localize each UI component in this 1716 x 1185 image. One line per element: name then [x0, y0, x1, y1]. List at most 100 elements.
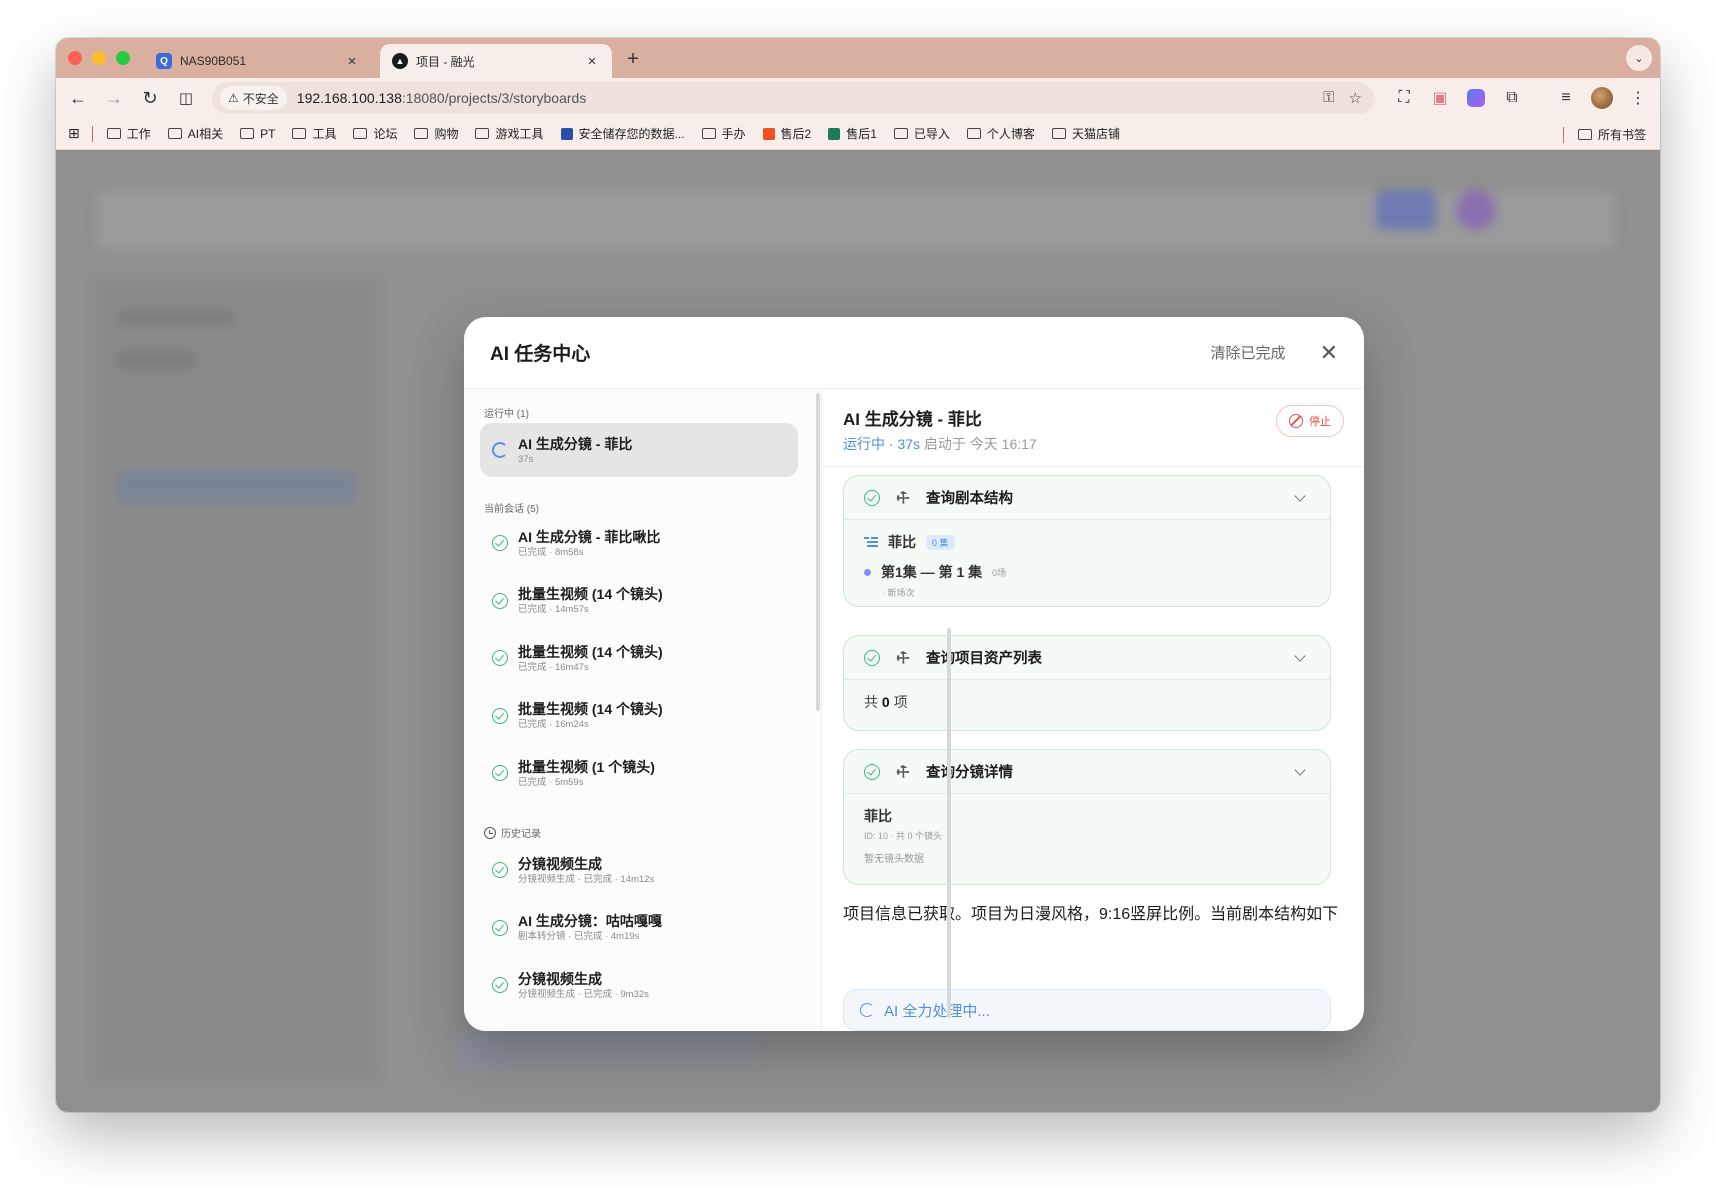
bookmark-item[interactable]: 个人博客 — [966, 125, 1035, 142]
episode-title: 第1集 — 第 1 集 — [881, 564, 983, 580]
session-task-item[interactable]: 批量生视频 (14 个镜头) 已完成 · 14m57s — [480, 574, 798, 628]
task-title: AI 生成分镜 - 菲比 — [518, 435, 633, 452]
bookmark-item[interactable]: PT — [240, 127, 275, 141]
password-key-icon[interactable]: ⚿ — [1323, 89, 1334, 107]
split-view-icon[interactable]: ◫ — [174, 86, 198, 110]
check-circle-icon — [492, 765, 508, 781]
maximize-window-button[interactable] — [116, 51, 130, 65]
history-task-item[interactable]: AI 生成分镜：咕咕嘎嘎 剧本转分镜 · 已完成 · 4m19s — [480, 901, 798, 955]
task-detail-meta: 运行中 · 37s 启动于 今天 16:17 — [843, 434, 1344, 454]
back-icon[interactable]: ← — [66, 86, 90, 110]
task-subtitle: 已完成 · 8m58s — [518, 546, 584, 558]
folder-icon — [475, 128, 490, 139]
task-list-scrollbar[interactable] — [816, 393, 820, 711]
tool-card-header[interactable]: ⚒ 查询项目资产列表 — [844, 636, 1330, 680]
close-window-button[interactable] — [68, 51, 82, 65]
extension-screenshot-icon[interactable]: ⛶ — [1392, 86, 1416, 110]
bookmark-label: 购物 — [434, 127, 459, 141]
clear-completed-button[interactable]: 清除已完成 — [1211, 342, 1286, 363]
browser-menu-icon[interactable]: ⋮ — [1626, 86, 1650, 110]
tool-card-body: 菲比 0 集 第1集 — 第 1 集 0场 · 新场次 — [844, 520, 1330, 606]
task-detail-scrollbar[interactable] — [947, 628, 951, 1018]
site-favicon-icon — [762, 127, 775, 140]
bookmark-item[interactable]: 购物 — [414, 125, 458, 142]
bookmark-label: 天猫店铺 — [1071, 127, 1120, 141]
asset-total-count: 0 — [881, 694, 890, 710]
folder-icon — [893, 128, 908, 139]
extension-bilibili-icon[interactable]: ▣ — [1428, 86, 1452, 110]
bookmark-star-icon[interactable]: ☆ — [1349, 89, 1362, 107]
close-tab-icon[interactable]: × — [344, 53, 360, 70]
site-favicon-icon — [828, 127, 841, 140]
profile-avatar[interactable] — [1591, 87, 1613, 109]
bookmark-item[interactable]: 天猫店铺 — [1051, 125, 1120, 142]
reload-icon[interactable]: ↻ — [138, 86, 162, 110]
bookmark-item[interactable]: 售后1 — [828, 125, 877, 142]
bookmark-item[interactable]: 游戏工具 — [475, 125, 544, 142]
site-favicon-icon — [560, 127, 573, 140]
history-task-item[interactable]: 分镜视频生成 分镜视频生成 · 已完成 · 9m32s — [480, 958, 798, 1012]
extensions-puzzle-icon[interactable]: ⧉ — [1500, 86, 1524, 110]
bookmarks-divider — [91, 125, 93, 142]
browser-tab-nas[interactable]: Q NAS90B051 × — [144, 44, 372, 78]
bookmark-item[interactable]: 论坛 — [353, 125, 397, 142]
session-task-item[interactable]: AI 生成分镜 - 菲比啾比 已完成 · 8m58s — [480, 516, 798, 570]
task-title: 批量生视频 (14 个镜头) — [518, 701, 663, 717]
tool-card-header[interactable]: ⚒ 查询剧本结构 — [844, 476, 1330, 520]
section-history-label: 历史记录 — [484, 825, 541, 840]
session-task-item[interactable]: 批量生视频 (14 个镜头) 已完成 · 16m24s — [480, 689, 798, 743]
bookmark-label: 安全储存您的数据... — [578, 127, 685, 141]
check-circle-icon — [492, 919, 508, 936]
folder-icon — [414, 128, 429, 139]
reading-list-icon[interactable]: ≡ — [1554, 86, 1578, 110]
episode-dot — [864, 568, 871, 576]
all-bookmarks-folder[interactable]: 所有书签 — [1561, 126, 1646, 143]
bookmark-label: 售后2 — [780, 127, 812, 141]
apps-grid-icon[interactable]: ⊞ — [68, 125, 80, 142]
wrench-icon: ⚒ — [892, 761, 915, 783]
history-task-item[interactable]: 分镜视频生成 分镜视频生成 · 已完成 · 14m12s — [480, 843, 798, 897]
minimize-window-button[interactable] — [92, 51, 106, 65]
check-circle-icon — [492, 862, 508, 878]
session-task-item[interactable]: 批量生视频 (14 个镜头) 已完成 · 16m47s — [480, 631, 798, 685]
extension-player-icon[interactable] — [1464, 86, 1488, 110]
chevron-down-icon[interactable] — [1294, 649, 1306, 662]
chevron-down-icon[interactable] — [1294, 489, 1306, 502]
asset-total-suffix: 项 — [893, 694, 908, 710]
chevron-down-icon[interactable] — [1294, 763, 1306, 776]
close-icon[interactable]: ✕ — [1320, 340, 1338, 366]
forward-icon[interactable]: → — [102, 86, 126, 110]
tab-search-button[interactable]: ⌄ — [1626, 45, 1652, 71]
bookmark-item[interactable]: 安全储存您的数据... — [560, 125, 685, 142]
task-title: AI 生成分镜：咕咕嘎嘎 — [518, 913, 662, 929]
task-title: 批量生视频 (14 个镜头) — [518, 643, 663, 660]
bookmarks-bar: ⊞ 工作 AI相关 PT 工具 论坛 购物 游戏工具 安全储存您的数据... 手办 售后2 售后1 已… — [56, 118, 1660, 150]
bookmark-item[interactable]: 已导入 — [893, 125, 950, 142]
session-task-item[interactable]: 批量生视频 (1 个镜头) 已完成 · 5m59s — [480, 746, 798, 800]
episode-scene-count: 0场 — [992, 567, 1007, 578]
bookmark-item[interactable]: 工作 — [106, 125, 151, 142]
tool-name: 查询剧本结构 — [926, 491, 1013, 507]
bookmark-item[interactable]: AI相关 — [167, 125, 223, 142]
address-bar[interactable]: ⚠ 不安全 192.168.100.138:18080/projects/3/s… — [212, 82, 1374, 114]
tab-title: NAS90B051 — [180, 54, 247, 68]
bookmark-item[interactable]: 工具 — [292, 125, 336, 142]
running-task-item[interactable]: AI 生成分镜 - 菲比 37s — [480, 423, 798, 477]
tool-card-script-structure: ⚒ 查询剧本结构 菲比 0 集 第1集 — 第 1 集 0场 · 新场次 — [843, 475, 1331, 607]
stop-button[interactable]: 停止 — [1276, 405, 1344, 437]
new-tab-button[interactable]: + — [618, 44, 648, 74]
security-indicator[interactable]: ⚠ 不安全 — [220, 86, 287, 110]
browser-tab-project[interactable]: ▲ 项目 - 融光 × — [380, 44, 612, 78]
bookmark-item[interactable]: 手办 — [701, 125, 746, 142]
task-detail-pane[interactable]: AI 生成分镜 - 菲比 运行中 · 37s 启动于 今天 16:17 停止 ⚒… — [823, 389, 1364, 1031]
task-title: 分镜视频生成 — [518, 970, 602, 987]
tool-card-body: 共 0 项 — [844, 680, 1330, 726]
folder-icon — [240, 128, 255, 139]
task-list-pane[interactable]: 运行中 (1) AI 生成分镜 - 菲比 37s 当前会话 (5) AI 生成分… — [464, 389, 822, 1031]
bookmark-label: 个人博客 — [986, 127, 1035, 141]
close-tab-icon[interactable]: × — [584, 53, 600, 70]
tool-card-header[interactable]: ⚒ 查询分镜详情 — [844, 750, 1330, 794]
stop-label: 停止 — [1309, 416, 1331, 428]
bookmark-item[interactable]: 售后2 — [762, 125, 812, 142]
task-title: AI 生成分镜 - 菲比啾比 — [518, 528, 661, 545]
